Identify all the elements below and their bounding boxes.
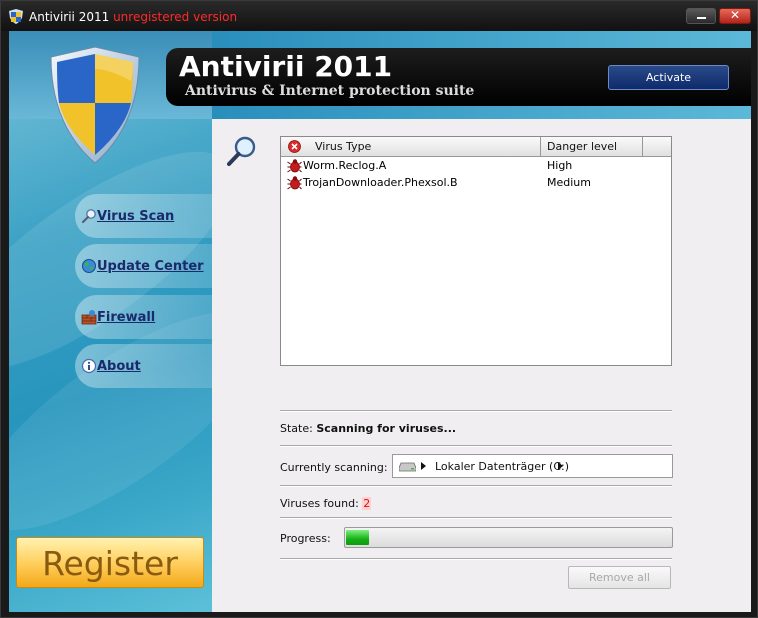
divider [280,517,672,519]
shield-icon [9,9,23,24]
viruses-found-label: Viruses found: [280,497,359,510]
window-title: Antivirii 2011 unregistered version [29,10,237,24]
state-value: Scanning for viruses... [316,422,457,435]
main-panel: Virus Type Danger level Worm.Reclog.A Hi… [212,119,751,612]
minimize-icon [697,17,706,19]
info-icon [81,358,97,374]
app-subtitle: Antivirus & Internet protection suite [185,83,475,99]
globe-icon [82,259,96,273]
window-title-app-name: Antivirii 2011 [29,10,110,24]
divider [280,485,672,487]
activate-button[interactable]: Activate [608,65,729,90]
virus-list-header: Virus Type Danger level [281,137,671,157]
viruses-found-row: Viruses found: 2 [280,497,372,510]
title-bar[interactable]: Antivirii 2011 unregistered version ✕ [1,1,757,31]
virus-name: TrojanDownloader.Phexsol.B [303,176,458,189]
divider [280,410,672,412]
close-button[interactable]: ✕ [719,8,751,24]
close-icon: ✕ [729,8,741,22]
scan-progress-fill [346,530,369,545]
column-header-virus-type[interactable]: Virus Type [281,137,541,156]
sidebar-item-virus-scan[interactable]: Virus Scan [75,194,212,238]
hard-drive-icon [399,462,416,472]
scan-path-text: Lokaler Datenträger (C:) [435,460,570,473]
minimize-button[interactable] [686,8,716,24]
breadcrumb-arrow-icon [558,462,563,470]
sidebar-item-label[interactable]: Firewall [97,310,155,325]
bug-icon [287,159,302,173]
app-window: Antivirii 2011 unregistered version ✕ Vi… [0,0,758,618]
unregistered-label: unregistered version [113,10,238,24]
register-button[interactable]: Register [16,537,204,588]
state-label: State: [280,422,313,435]
register-button-label: Register [42,544,178,583]
magnifier-icon [227,136,256,166]
table-row[interactable]: Worm.Reclog.A High [281,157,671,174]
viruses-found-count: 2 [362,497,372,510]
shield-logo-icon [50,46,140,164]
danger-level: Medium [547,176,591,189]
divider [280,445,672,447]
breadcrumb-arrow-icon [421,462,426,470]
state-row: State: Scanning for viruses... [280,422,456,435]
bug-icon [287,176,302,190]
sidebar-item-update-center[interactable]: Update Center [75,244,212,288]
table-row[interactable]: TrojanDownloader.Phexsol.B Medium [281,174,671,191]
client-area: Virus Scan Update Center Firewall About … [9,31,751,612]
currently-scanning-path: Lokaler Datenträger (C:) [392,454,673,478]
currently-scanning-label: Currently scanning: [280,461,388,474]
column-header-danger-level[interactable]: Danger level [541,137,643,156]
virus-list[interactable]: Virus Type Danger level Worm.Reclog.A Hi… [280,136,672,366]
sidebar-item-firewall[interactable]: Firewall [75,295,212,339]
danger-level: High [547,159,573,172]
virus-name: Worm.Reclog.A [303,159,387,172]
remove-all-button[interactable]: Remove all [568,566,671,589]
sidebar-item-about[interactable]: About [75,344,212,388]
scan-progress-bar [344,527,673,548]
brick-wall-icon [81,310,97,325]
column-header-filler [643,137,671,156]
progress-label: Progress: [280,532,331,545]
sidebar-item-label[interactable]: About [97,359,141,374]
app-title: Antivirii 2011 [179,50,393,83]
divider [280,558,672,560]
sidebar-item-label[interactable]: Virus Scan [97,209,174,224]
sidebar-item-label[interactable]: Update Center [97,259,204,274]
magnifier-icon [81,209,96,224]
